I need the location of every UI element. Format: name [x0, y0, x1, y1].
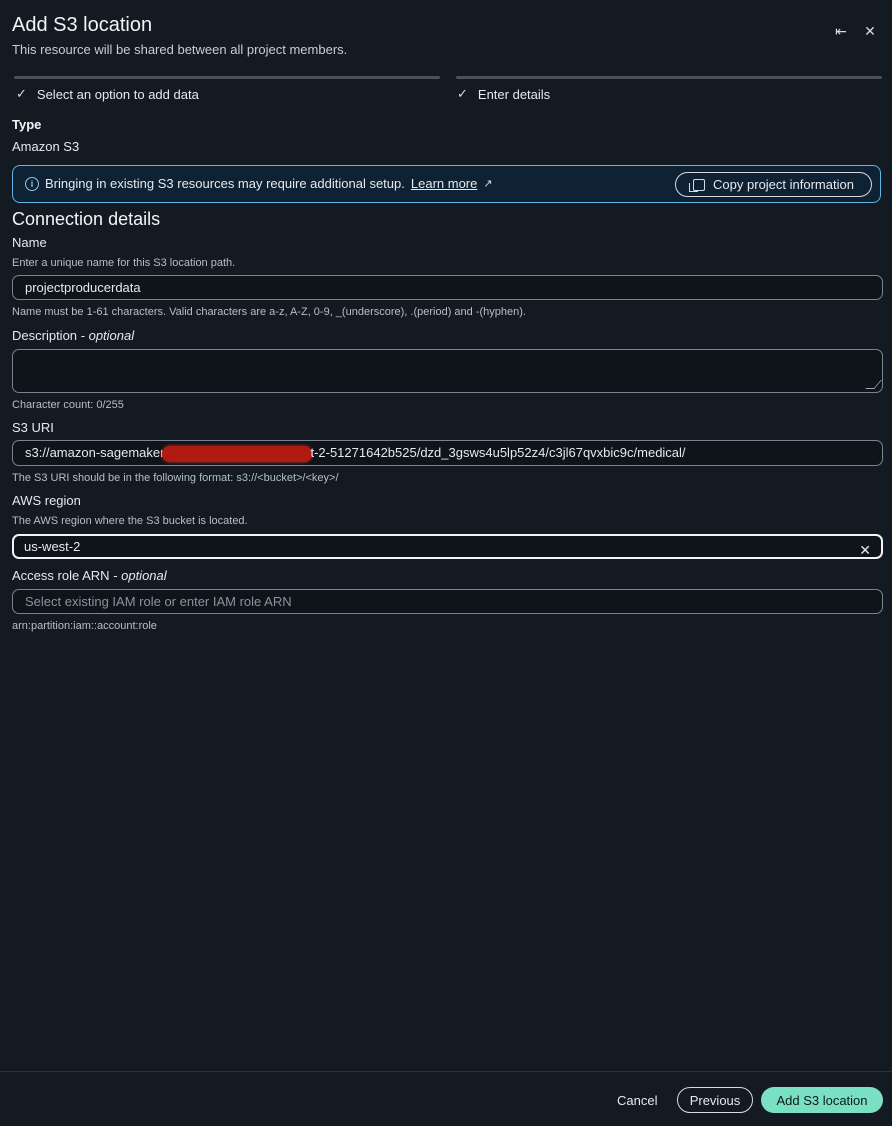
name-input[interactable]: projectproducerdata: [12, 275, 883, 300]
info-text: Bringing in existing S3 resources may re…: [45, 176, 405, 191]
section-title: Connection details: [12, 209, 161, 229]
s3-uri-label: S3 URI: [12, 420, 54, 435]
add-s3-location-button[interactable]: Add S3 location: [761, 1087, 883, 1113]
step-1: ✓ Select an option to add data: [16, 86, 199, 102]
step-1-progress-bar: [14, 76, 440, 79]
panel-title: Add S3 location: [12, 14, 153, 36]
copy-project-information-button[interactable]: Copy project information: [675, 172, 872, 197]
type-label: Type: [12, 117, 42, 132]
step-2-label: Enter details: [477, 86, 551, 102]
check-icon: ✓: [16, 86, 27, 101]
optional-tag: - optional: [113, 568, 167, 583]
s3-uri-constraint: The S3 URI should be in the following fo…: [12, 472, 339, 484]
info-message: i Bringing in existing S3 resources may …: [25, 176, 493, 191]
step-2: ✓ Enter details: [457, 86, 550, 102]
role-arn-placeholder: Select existing IAM role or enter IAM ro…: [25, 594, 292, 609]
description-textarea[interactable]: [12, 349, 883, 393]
info-icon: i: [25, 176, 39, 191]
s3-uri-input[interactable]: s3://amazon-sagemaker t-2-51271642b525/dz…: [12, 440, 883, 466]
check-icon: ✓: [457, 86, 468, 101]
close-icon[interactable]: ✕: [861, 22, 879, 40]
description-label: Description - optional: [12, 328, 134, 343]
name-description: Enter a unique name for this S3 location…: [12, 257, 236, 269]
region-input[interactable]: us-west-2 ✕: [12, 534, 883, 559]
role-label-text: Access role ARN: [12, 568, 110, 583]
type-value: Amazon S3: [12, 139, 80, 154]
external-link-icon: ↗: [483, 178, 493, 190]
step-2-progress-bar: [456, 76, 882, 79]
footer-divider: [0, 1071, 892, 1072]
role-label: Access role ARN - optional: [12, 568, 167, 583]
collapse-panel-icon[interactable]: ⇤: [832, 22, 850, 40]
description-label-text: Description: [12, 328, 78, 343]
role-arn-format: arn:partition:iam::account:role: [12, 620, 157, 632]
name-constraint: Name must be 1-61 characters. Valid char…: [12, 306, 526, 318]
copy-button-label: Copy project information: [713, 177, 854, 192]
panel-subtitle: This resource will be shared between all…: [12, 42, 348, 57]
region-value: us-west-2: [24, 539, 81, 554]
previous-button[interactable]: Previous: [677, 1087, 753, 1113]
optional-tag: - optional: [80, 328, 135, 343]
clear-icon[interactable]: ✕: [859, 540, 871, 557]
learn-more-link[interactable]: Learn more: [411, 176, 477, 191]
role-arn-input[interactable]: Select existing IAM role or enter IAM ro…: [12, 589, 883, 614]
region-description: The AWS region where the S3 bucket is lo…: [12, 515, 248, 527]
s3-uri-suffix: t-2-51271642b525/dzd_3gsws4u5lp52z4/c3jl…: [310, 445, 686, 460]
redaction-mark: [162, 445, 313, 462]
region-label: AWS region: [12, 493, 81, 508]
cancel-button[interactable]: Cancel: [617, 1093, 657, 1108]
step-1-label: Select an option to add data: [36, 86, 199, 102]
copy-icon: [689, 178, 706, 192]
name-label: Name: [12, 235, 47, 250]
resize-handle-icon[interactable]: [865, 380, 882, 389]
s3-uri-prefix: s3://amazon-sagemaker: [25, 445, 165, 460]
description-counter: Character count: 0/255: [12, 399, 124, 411]
